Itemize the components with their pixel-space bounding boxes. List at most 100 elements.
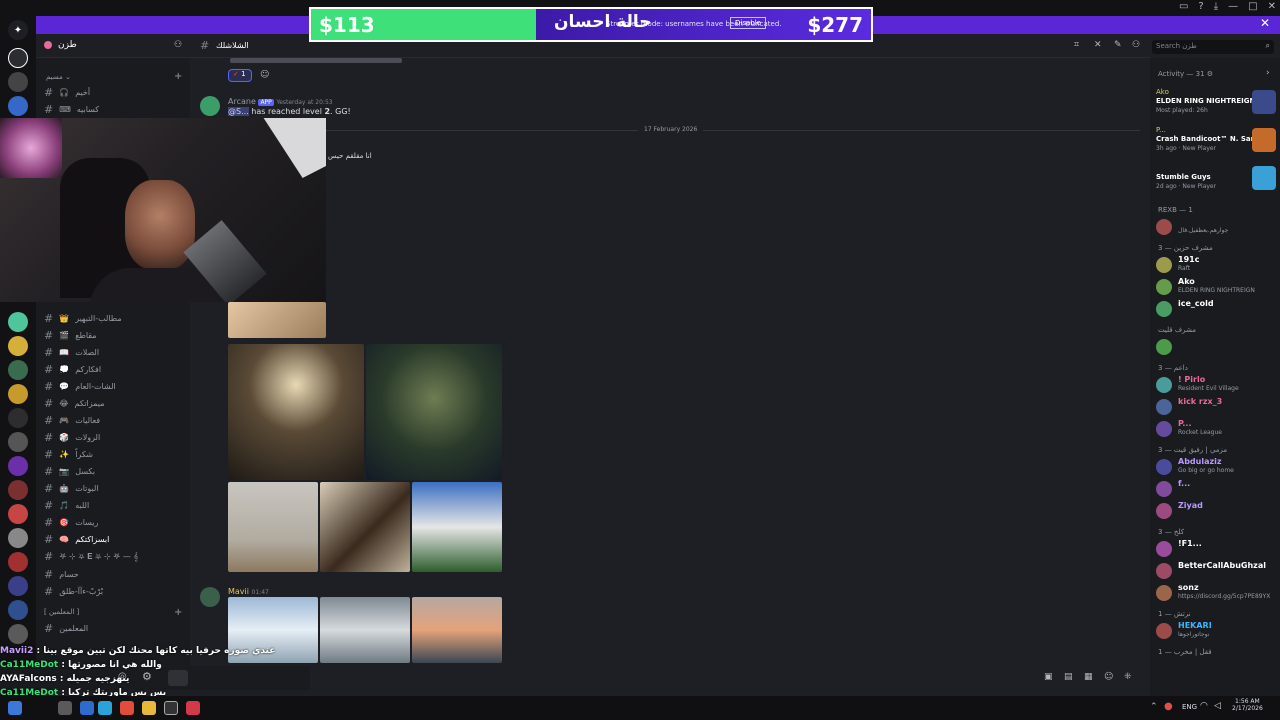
app-icon[interactable] [186, 701, 200, 715]
maximize-button[interactable]: □ [1248, 1, 1257, 12]
member-item[interactable]: f... [1156, 478, 1276, 500]
app-icon[interactable] [80, 701, 94, 715]
tray-chevron-icon[interactable]: ⌃ [1150, 702, 1158, 712]
server-icon[interactable] [8, 552, 28, 572]
category-header[interactable]: [ المعلمين ] [44, 608, 79, 616]
sidebar-channel[interactable]: # 🧠 ابسزاكتكم [44, 531, 184, 547]
category-header[interactable]: مسيم ⌄ [46, 73, 71, 81]
server-icon[interactable] [8, 336, 28, 356]
download-icon[interactable]: ⤓ [1214, 1, 1218, 12]
app-icon[interactable] [58, 701, 72, 715]
sidebar-channel[interactable]: # 👑 مطالب-التبهير [44, 310, 184, 326]
sidebar-channel[interactable]: # 🎲 الرولات [44, 429, 184, 445]
server-icon[interactable] [8, 504, 28, 524]
help-icon[interactable]: ? [1198, 1, 1203, 12]
server-header[interactable]: طزن ⚇ [36, 36, 190, 58]
language-indicator[interactable]: ENG [1182, 703, 1197, 711]
image-attachment[interactable] [320, 482, 410, 572]
activity-card[interactable]: Stumble Guys 2d ago · New Player [1156, 164, 1276, 198]
author-name[interactable]: Arcane [228, 97, 256, 106]
sidebar-channel[interactable]: # ⌨ كسابيه [44, 101, 184, 117]
author-name[interactable]: Mavii [228, 587, 249, 596]
server-icon[interactable] [8, 408, 28, 428]
add-reaction-icon[interactable]: ☺ [260, 70, 269, 80]
telegram-icon[interactable] [98, 701, 112, 715]
sidebar-channel[interactable]: # ✨ شكراً [44, 446, 184, 462]
chrome-icon[interactable] [120, 701, 134, 715]
member-item[interactable]: 191c Raft [1156, 254, 1276, 276]
image-attachment[interactable] [230, 58, 402, 63]
microphone-icon[interactable]: ● [1164, 701, 1173, 712]
sticker-icon[interactable]: ▦ [1084, 672, 1093, 682]
obs-icon[interactable] [164, 701, 178, 715]
server-icon[interactable] [8, 480, 28, 500]
sidebar-channel[interactable]: # حسام [44, 566, 184, 582]
sidebar-channel[interactable]: # 𖤐 ⊹ ⛧ 𝐄 ⛧ ⊹ 𖤐 — 𝄞 [44, 548, 184, 564]
start-icon[interactable] [8, 701, 22, 715]
sidebar-channel[interactable]: # 💬 الشات-العام [44, 378, 184, 394]
image-attachment[interactable] [228, 344, 364, 480]
emoji-icon[interactable]: ☺ [1104, 672, 1113, 682]
member-item[interactable]: BetterCallAbuGhzal [1156, 560, 1276, 582]
search-input[interactable]: Search طزن ⌕ [1152, 40, 1274, 54]
member-item[interactable] [1156, 336, 1276, 358]
sidebar-channel[interactable]: # 🎧 أخيم [44, 84, 184, 100]
sidebar-channel[interactable]: # 💭 افكاركم [44, 361, 184, 377]
server-icon[interactable] [8, 72, 28, 92]
clock[interactable]: 1:56 AM 2/17/2026 [1232, 698, 1263, 712]
server-icon[interactable] [8, 456, 28, 476]
pin-icon[interactable]: ✎ [1114, 40, 1122, 50]
server-icon[interactable] [8, 624, 28, 644]
image-attachment[interactable] [320, 597, 410, 663]
user-mention[interactable]: @S... [228, 107, 249, 116]
add-channel-icon[interactable]: + [174, 71, 182, 82]
add-channel-icon[interactable]: + [174, 607, 182, 618]
server-icon[interactable] [8, 384, 28, 404]
member-item[interactable]: ice_cold [1156, 298, 1276, 320]
member-list-icon[interactable]: ⚇ [1132, 40, 1140, 50]
sidebar-channel[interactable]: # 📖 الصلات [44, 344, 184, 360]
apps-icon[interactable]: ⁜ [1124, 672, 1132, 682]
gif-icon[interactable]: ▤ [1064, 672, 1073, 682]
server-icon[interactable] [8, 360, 28, 380]
server-icon[interactable] [8, 432, 28, 452]
sidebar-channel[interactable]: # 🎬 مقاطع [44, 327, 184, 343]
server-icon[interactable] [8, 48, 28, 68]
member-item[interactable]: جوارهم.بعظفيل.فال [1156, 216, 1276, 238]
sidebar-channel[interactable]: # بْرْبْ-ءآآ-طلق [44, 583, 184, 599]
banner-close-icon[interactable]: ✕ [1260, 16, 1270, 30]
threads-icon[interactable]: ⌗ [1074, 40, 1079, 50]
avatar[interactable] [200, 587, 220, 607]
wifi-icon[interactable]: ◠ [1200, 701, 1208, 711]
volume-icon[interactable]: ◁ [1214, 701, 1221, 711]
server-icon[interactable] [8, 600, 28, 620]
inbox-icon[interactable]: ▭ [1179, 1, 1188, 12]
folder-icon[interactable] [8, 576, 28, 596]
folder-icon[interactable] [142, 701, 156, 715]
member-item[interactable]: sonz https://discord.gg/5cp7PE89YX [1156, 582, 1276, 604]
member-item[interactable]: Abdulaziz Go big or go home [1156, 456, 1276, 478]
sidebar-channel[interactable]: # 🎮 فعاليات [44, 412, 184, 428]
sidebar-channel[interactable]: # 🤖 البوتات [44, 480, 184, 496]
image-attachment[interactable] [412, 597, 502, 663]
member-item[interactable]: HEKARI نوجاتوراجوها [1156, 620, 1276, 642]
reaction-pill[interactable]: ✓ 1 [228, 69, 252, 82]
sidebar-channel[interactable]: # 😂 ميمزاتكم [44, 395, 184, 411]
server-icon[interactable] [8, 96, 28, 116]
notifications-icon[interactable]: ✕ [1094, 40, 1102, 50]
member-item[interactable]: ! Pirlo Resident Evil Village [1156, 374, 1276, 396]
activity-card[interactable]: Ako ELDEN RING NIGHTREIGN Most played: 26h [1156, 88, 1276, 122]
sidebar-channel[interactable]: # 🎵 اللبه [44, 497, 184, 513]
chevron-right-icon[interactable]: › [1266, 68, 1270, 78]
image-attachment[interactable] [228, 482, 318, 572]
disable-button[interactable]: Disable [730, 17, 766, 29]
sidebar-channel[interactable]: # 📷 بكسل [44, 463, 184, 479]
activity-card[interactable]: P... Crash Bandicoot™ N. Sane ... 3h ago ·… [1156, 126, 1276, 160]
server-icon[interactable] [8, 528, 28, 548]
discord-home-icon[interactable]: ✦ [8, 20, 28, 40]
minimize-button[interactable]: — [1228, 1, 1238, 12]
image-attachment[interactable] [412, 482, 502, 572]
gift-icon[interactable]: ▣ [1044, 672, 1053, 682]
member-item[interactable]: Ako ELDEN RING NIGHTREIGN [1156, 276, 1276, 298]
avatar[interactable] [200, 96, 220, 116]
